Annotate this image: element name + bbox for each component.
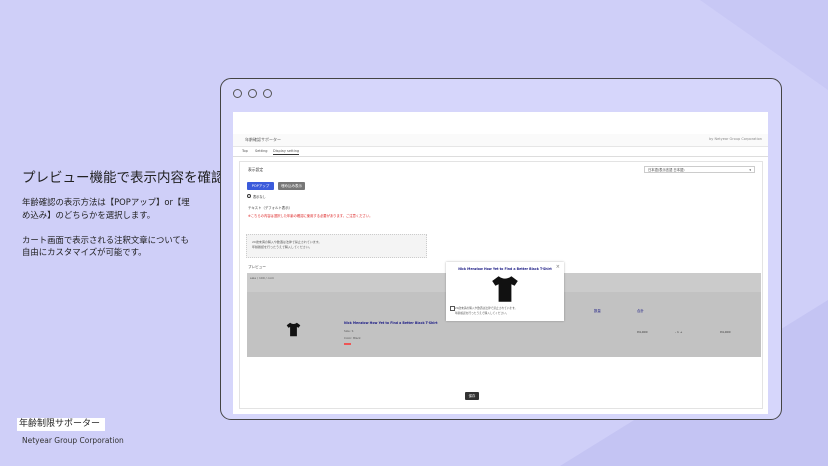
language-select-value: 日本語(表示言語 日本語): [648, 168, 685, 172]
account-label[interactable]: by Netyear Group Corporation: [709, 137, 762, 141]
product-meta: Size: S: [344, 329, 354, 333]
tab-top[interactable]: Top: [242, 149, 248, 153]
slide-desc-line: め込み】のどちらかを選択します。: [22, 209, 156, 220]
qty-header: 数量: [594, 309, 601, 313]
tab-display-setting[interactable]: Display setting: [273, 149, 300, 155]
radio-label: 表示なし: [253, 195, 266, 199]
brand-name: 年齢制限サポーター: [17, 418, 105, 431]
product-name[interactable]: Nick Menzlow How Yet to Find a Better Bl…: [344, 321, 437, 325]
slide-desc-line: カート画面で表示される注釈文章についても: [22, 234, 189, 245]
tab-bar: Top Setting Display setting: [233, 146, 768, 157]
embed-mode-button[interactable]: 埋め込み表示: [278, 182, 305, 190]
slide-desc-line: 年齢確認の表示方法は【POPアップ】or【埋: [22, 197, 190, 207]
modal-message-line: 年齢確認を行ったうえで購入してください。: [455, 310, 509, 315]
window-dot-icon: [263, 89, 272, 98]
tshirt-icon: [286, 322, 301, 337]
modal-message-line: 20歳未満の購入や飲酒は法律で禁止されています。: [455, 306, 518, 310]
display-setting-panel: 表示設定 日本語(表示言語 日本語) ▾ POPアップ 埋め込み表示 表示なし …: [239, 161, 763, 409]
notice-text: ※こちらの内容は選択した年齢の確認に使用する必要があります。ご注意ください。: [248, 214, 373, 218]
message-textarea[interactable]: 20歳未満の購入や飲酒は法律で禁止されています。 年齢確認を行ったうえで購入して…: [246, 234, 427, 258]
slide-desc-line: 自由にカスタマイズが可能です。: [22, 247, 147, 257]
message-line: 20歳未満の購入や飲酒は法律で禁止されています。: [252, 240, 322, 244]
age-confirm-modal: × Nick Menzlow How Yet to Find a Better …: [446, 262, 564, 321]
preview-top-text: sale / 100 / com: [250, 276, 275, 280]
message-line: 年齢確認を行ったうえで購入してください。: [252, 245, 312, 249]
brand-corp: Netyear Group Corporation: [22, 436, 124, 445]
app-screen: 年齢確認サポーター by Netyear Group Corporation T…: [233, 112, 768, 414]
total-value: ¥4,000: [720, 330, 731, 334]
app-title: 年齢確認サポーター: [245, 137, 281, 142]
tab-setting[interactable]: Setting: [255, 149, 268, 153]
modal-title: Nick Menzlow How Yet to Find a Better Bl…: [458, 267, 552, 271]
chevron-down-icon: ▾: [749, 168, 751, 172]
slide-heading: プレビュー機能で表示内容を確認: [22, 170, 225, 186]
preview-label: プレビュー: [248, 265, 266, 269]
remove-link[interactable]: [344, 343, 351, 345]
tshirt-icon: [492, 276, 518, 302]
radio-none[interactable]: [247, 194, 251, 198]
window-dot-icon: [248, 89, 257, 98]
text-label: テキスト（デフォルト表示）: [248, 206, 292, 210]
product-meta: Color: Black: [344, 336, 361, 340]
total-header: 合計: [637, 309, 644, 313]
browser-frame: 年齢確認サポーター by Netyear Group Corporation T…: [220, 78, 782, 420]
save-button[interactable]: 保存: [465, 392, 479, 400]
popup-mode-button[interactable]: POPアップ: [247, 182, 274, 190]
window-dot-icon: [233, 89, 242, 98]
price-value: ¥4,000: [637, 330, 648, 334]
language-select[interactable]: 日本語(表示言語 日本語) ▾: [644, 166, 755, 173]
qty-stepper[interactable]: - 1 +: [675, 330, 682, 334]
section-label: 表示設定: [248, 167, 264, 172]
